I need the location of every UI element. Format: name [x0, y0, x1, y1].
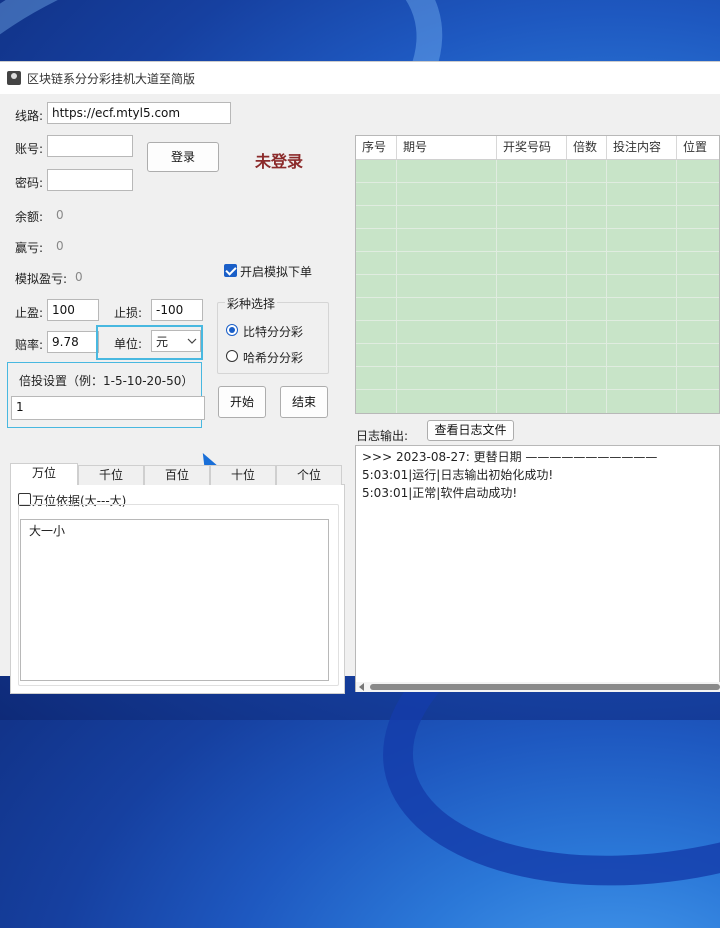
unit-select-value: 元 [156, 335, 169, 349]
rule-textarea[interactable]: 大一小 [20, 519, 329, 681]
route-label: 线路: [15, 109, 44, 123]
grid-line [356, 182, 719, 183]
grid-col-header[interactable]: 倍数 [567, 136, 607, 159]
login-status: 未登录 [255, 152, 304, 171]
unit-select[interactable]: 元 [151, 330, 201, 352]
grid-line [676, 160, 677, 413]
grid-col-header[interactable]: 投注内容 [607, 136, 677, 159]
window-title: 区块链系分分彩挂机大道至简版 [27, 72, 196, 86]
grid-line [606, 160, 607, 413]
sim-profit-value: 0 [75, 270, 83, 284]
grid-line [496, 160, 497, 413]
log-line: 5:03:01|正常|软件启动成功! [362, 486, 518, 500]
grid-col-header[interactable]: 开奖号码 [497, 136, 567, 159]
lottery-option-bit: 比特分分彩 [243, 325, 304, 339]
grid-line [356, 297, 719, 298]
take-profit-input[interactable]: 100 [47, 299, 99, 321]
grid-line [356, 320, 719, 321]
app-window: 区块链系分分彩挂机大道至简版 线路: https://ecf.mtyl5.com… [0, 61, 720, 694]
app-icon [7, 71, 21, 85]
sim-order-label: 开启模拟下单 [240, 265, 313, 279]
grid-col-header[interactable]: 期号 [397, 136, 497, 159]
grid-line [356, 228, 719, 229]
stop-button[interactable]: 结束 [280, 386, 328, 418]
position-tabs: 万位 千位 百位 十位 个位 [10, 463, 345, 485]
tab-ge[interactable]: 个位 [276, 465, 342, 485]
sim-profit-label: 模拟盈亏: [15, 272, 68, 286]
profit-label: 赢亏: [15, 241, 44, 255]
tab-bai[interactable]: 百位 [144, 465, 210, 485]
log-line: >>> 2023-08-27: 更替日期 ——————————— [362, 450, 658, 464]
sim-order-checkbox[interactable] [224, 264, 237, 277]
grid-line [356, 366, 719, 367]
grid-line [356, 343, 719, 344]
odds-input[interactable]: 9.78 [47, 331, 99, 353]
log-line: 5:03:01|运行|日志输出初始化成功! [362, 468, 554, 482]
grid-line [356, 274, 719, 275]
balance-label: 余额: [15, 210, 44, 224]
password-input[interactable] [47, 169, 133, 191]
grid-body [356, 160, 719, 413]
multiplier-label: 倍投设置（例：1-5-10-20-50） [19, 374, 194, 388]
stop-loss-label: 止损: [114, 306, 143, 320]
grid-line [566, 160, 567, 413]
log-label: 日志输出: [356, 429, 409, 443]
multiplier-input[interactable]: 1 [11, 396, 205, 420]
profit-value: 0 [56, 239, 64, 253]
grid-header: 序号 期号 开奖号码 倍数 投注内容 位置 [356, 136, 719, 160]
login-button[interactable]: 登录 [147, 142, 219, 172]
grid-line [356, 389, 719, 390]
client-area: 线路: https://ecf.mtyl5.com 账号: 密码: 登录 未登录… [0, 94, 720, 694]
lottery-radio-hash[interactable] [226, 350, 238, 362]
rule-text: 大一小 [29, 524, 66, 538]
password-label: 密码: [15, 176, 44, 190]
account-label: 账号: [15, 142, 44, 156]
title-bar[interactable]: 区块链系分分彩挂机大道至简版 [0, 62, 720, 94]
tab-qian[interactable]: 千位 [78, 465, 144, 485]
lottery-option-hash: 哈希分分彩 [243, 351, 304, 365]
account-input[interactable] [47, 135, 133, 157]
route-input[interactable]: https://ecf.mtyl5.com [47, 102, 231, 124]
chevron-down-icon [187, 338, 197, 344]
view-log-button[interactable]: 查看日志文件 [427, 420, 514, 441]
tab-wan[interactable]: 万位 [10, 463, 78, 485]
lottery-radio-bit[interactable] [226, 324, 238, 336]
grid-line [396, 160, 397, 413]
log-horizontal-scrollbar[interactable] [356, 682, 720, 692]
scroll-left-icon[interactable] [359, 683, 364, 691]
tab-shi[interactable]: 十位 [210, 465, 276, 485]
grid-col-header[interactable]: 序号 [356, 136, 397, 159]
stop-loss-input[interactable]: -100 [151, 299, 203, 321]
grid-line [356, 251, 719, 252]
scroll-thumb[interactable] [370, 684, 720, 690]
take-profit-label: 止盈: [15, 306, 44, 320]
grid-line [356, 205, 719, 206]
odds-label: 赔率: [15, 338, 44, 352]
unit-label: 单位: [114, 337, 143, 351]
grid-col-header[interactable]: 位置 [677, 136, 719, 159]
balance-value: 0 [56, 208, 64, 222]
log-output[interactable]: >>> 2023-08-27: 更替日期 ——————————— 5:03:01… [355, 445, 720, 692]
lottery-group-title: 彩种选择 [225, 295, 278, 312]
results-grid[interactable]: 序号 期号 开奖号码 倍数 投注内容 位置 [355, 135, 720, 414]
start-button[interactable]: 开始 [218, 386, 266, 418]
